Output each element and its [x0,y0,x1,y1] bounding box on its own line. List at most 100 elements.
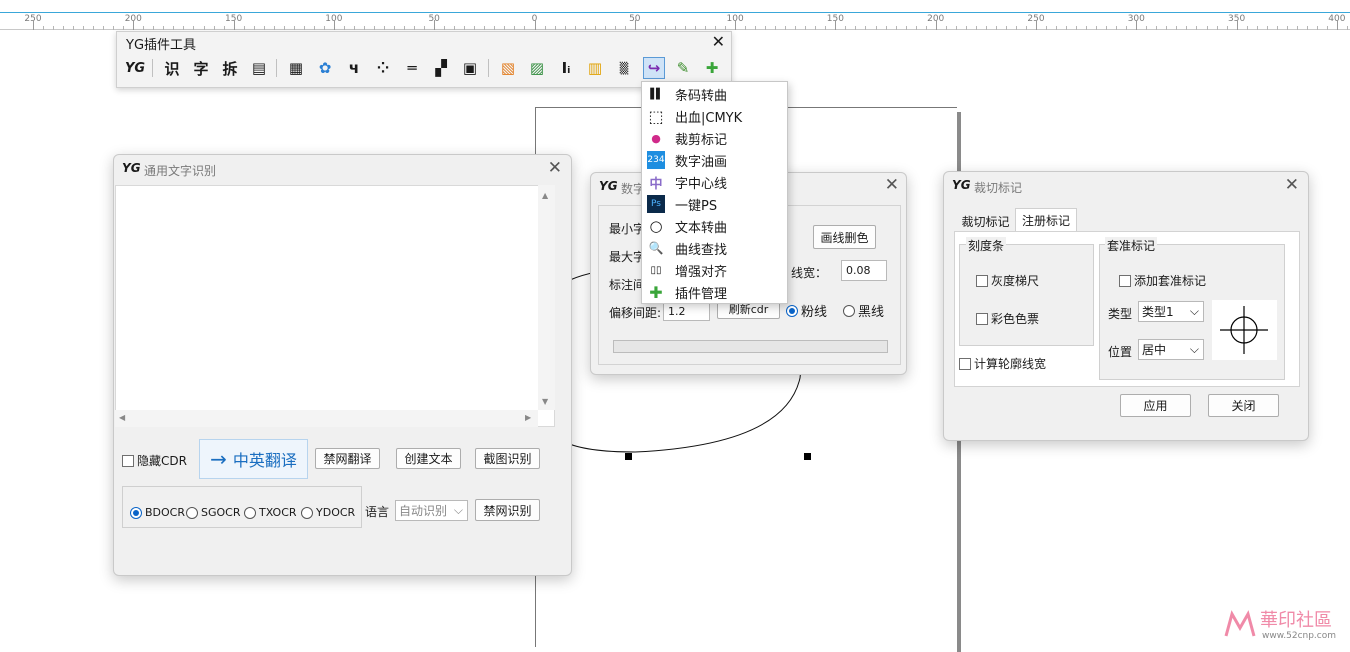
table-icon[interactable]: ▥ [584,57,606,79]
ruler-minor-tick [1046,26,1048,30]
calc-outline-checkbox[interactable]: 计算轮廓线宽 [959,355,1046,372]
ocr-text-area[interactable] [115,185,555,427]
wave-icon[interactable]: ч [343,57,365,79]
type-select[interactable]: 类型1 ⌵ [1138,301,1204,322]
watermark-logo-icon [1224,610,1256,637]
ruler-minor-tick [915,26,917,30]
text-icon[interactable]: 字 [190,57,212,79]
copy-icon[interactable]: ▤ [248,57,270,79]
radio-label: 粉线 [801,305,828,320]
yg-logo-icon[interactable]: YG [124,57,146,79]
close-icon[interactable]: ✕ [1285,175,1299,195]
ocr-icon[interactable]: 识 [161,57,183,79]
mark-spacing-label: 标注间 [609,278,646,292]
menu-item-label: 数字油画 [675,154,728,170]
ruler-minor-tick [564,26,566,30]
tab-crop-marks[interactable]: 裁切标记 [954,210,1017,232]
layers-icon[interactable]: ▧ [497,57,519,79]
image-icon[interactable]: ▨ [526,57,548,79]
list-icon[interactable]: ▦ [285,57,307,79]
ruler-minor-tick [183,26,185,30]
translate-button[interactable]: → 中英翻译 [199,439,308,479]
create-text-button[interactable]: 创建文本 [396,448,461,469]
language-select[interactable]: 自动识别 ⌵ [395,500,468,521]
ruler-minor-tick [1015,26,1017,30]
radio-sgocr[interactable]: SGOCR [186,506,241,519]
yg-logo-icon: YG [122,161,141,175]
ruler-minor-tick [163,26,165,30]
position-select[interactable]: 居中 ⌵ [1138,339,1204,360]
split-icon[interactable]: 拆 [219,57,241,79]
add-register-checkbox[interactable]: 添加套准标记 [1119,272,1206,289]
distribute-icon[interactable]: ⁘ [372,57,394,79]
select-icon[interactable]: ▣ [459,57,481,79]
close-icon[interactable]: ✕ [548,158,562,178]
ruler-minor-tick [444,26,446,30]
gray-ruler-checkbox[interactable]: 灰度梯尺 [976,272,1039,289]
ruler-minor-tick [715,26,717,30]
draw-delete-button[interactable]: 画线删色 [813,225,876,249]
line-width-input[interactable]: 0.08 [841,260,887,281]
ruler-minor-tick [785,26,787,30]
horizontal-scrollbar[interactable]: ◀ ▶ [115,410,538,427]
dots-icon[interactable]: ▒ [613,57,635,79]
ruler-minor-tick [293,26,295,30]
lines-icon[interactable]: ═ [401,57,423,79]
offset-input[interactable]: 1.2 [663,301,710,321]
tab-register-marks[interactable]: 注册标记 [1015,208,1077,232]
align-icon[interactable]: Iᵢ [555,57,577,79]
radio-label: BDOCR [145,506,185,519]
close-icon[interactable]: ✕ [712,32,725,51]
register-group-title: 套准标记 [1105,237,1158,254]
menu-item-center-line[interactable]: 中 字中心线 [642,171,789,193]
grid-icon[interactable]: ▞ [430,57,452,79]
menu-item-crop-marks[interactable]: ● 裁剪标记 [642,127,789,149]
ruler-minor-tick [1206,26,1208,30]
close-icon[interactable]: ✕ [885,175,899,195]
bleed-icon: ⬚ [648,106,664,126]
flower-icon[interactable]: ✿ [314,57,336,79]
close-button[interactable]: 关闭 [1208,394,1279,417]
menu-item-text-to-curve[interactable]: ○ 文本转曲 [642,215,789,237]
ruler-minor-tick [684,26,686,30]
menu-item-label: 增强对齐 [675,264,728,280]
radio-black-line[interactable]: 黑线 [843,301,884,320]
menu-item-barcode[interactable]: ▌▌ 条码转曲 [642,83,789,105]
ruler-minor-tick [1086,26,1088,30]
ruler-minor-tick [975,26,977,30]
menu-item-plugin-manager[interactable]: ✚ 插件管理 [642,281,789,303]
menu-item-bleed[interactable]: ⬚ 出血|CMYK [642,105,789,127]
apply-button[interactable]: 应用 [1120,394,1191,417]
ruler-minor-tick [1266,26,1268,30]
menu-item-digit-painting[interactable]: 234 数字油画 [642,149,789,171]
color-ticket-checkbox[interactable]: 彩色色票 [976,310,1039,327]
ruler-minor-tick [694,26,696,30]
ruler-minor-tick [624,26,626,30]
curve-icon[interactable]: ↪ [643,57,665,79]
menu-item-curve-search[interactable]: 🔍 曲线查找 [642,237,789,259]
puzzle-icon[interactable]: ✚ [701,57,723,79]
pen-icon[interactable]: ✎ [672,57,694,79]
selection-handle[interactable] [804,453,811,460]
vertical-scrollbar[interactable]: ▲ ▼ [538,185,555,410]
ruler-minor-tick [343,26,345,30]
screenshot-ocr-button[interactable]: 截图识别 [475,448,540,469]
ocr-dialog: YG 通用文字识别 ✕ ▲ ▼ ◀ ▶ 隐藏CDR → 中英翻译 禁网翻译 创建… [113,154,572,576]
hide-cdr-checkbox[interactable]: 隐藏CDR [122,452,187,469]
radio-bdocr[interactable]: BDOCR [130,506,185,519]
radio-ydocr[interactable]: YDOCR [301,506,355,519]
ruler-minor-tick [474,26,476,30]
menu-item-photoshop[interactable]: Ps 一键PS [642,193,789,215]
no-net-ocr-button[interactable]: 禁网识别 [475,499,540,521]
ruler-minor-tick [484,26,486,30]
radio-txocr[interactable]: TXOCR [244,506,297,519]
selection-handle[interactable] [625,453,632,460]
ruler-minor-tick [955,26,957,30]
no-net-translate-button[interactable]: 禁网翻译 [315,448,380,469]
ruler-tick [935,20,937,30]
ruler-minor-tick [203,26,205,30]
radio-label: 黑线 [858,305,885,320]
menu-item-enhanced-align[interactable]: ▯▯ 增强对齐 [642,259,789,281]
radio-pink-line[interactable]: 粉线 [786,301,827,320]
ruler-minor-tick [805,26,807,30]
